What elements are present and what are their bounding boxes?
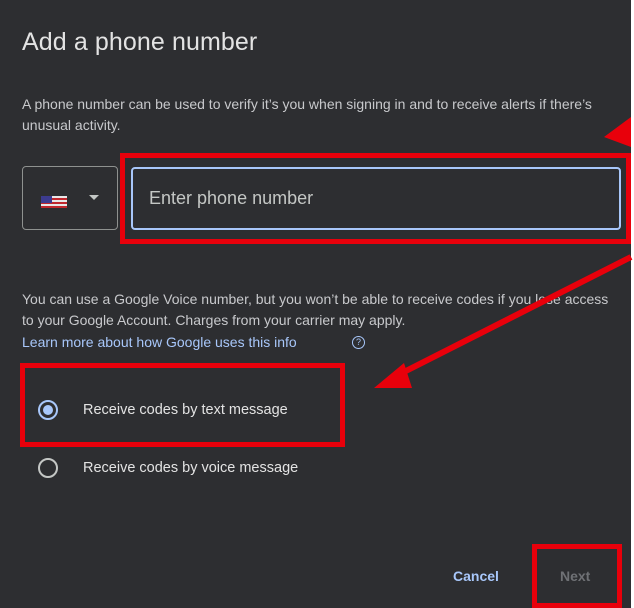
google-voice-note: You can use a Google Voice number, but y… <box>22 291 609 328</box>
option-text-message[interactable]: Receive codes by text message <box>38 400 288 420</box>
cancel-button[interactable]: Cancel <box>453 568 499 584</box>
phone-number-input[interactable] <box>131 167 621 230</box>
learn-more-link[interactable]: Learn more about how Google uses this in… <box>22 334 297 350</box>
dialog-title: Add a phone number <box>22 28 258 56</box>
option-label: Receive codes by text message <box>83 402 288 418</box>
option-voice-message[interactable]: Receive codes by voice message <box>38 458 298 478</box>
country-selector[interactable] <box>22 166 118 230</box>
radio-unchecked-icon[interactable] <box>38 458 58 478</box>
option-label: Receive codes by voice message <box>83 460 299 476</box>
add-phone-dialog: Add a phone number A phone number can be… <box>0 0 631 608</box>
help-icon[interactable]: ? <box>352 336 365 349</box>
next-button[interactable]: Next <box>560 568 590 584</box>
dialog-description: A phone number can be used to verify it’… <box>22 96 592 133</box>
us-flag-icon <box>41 196 67 208</box>
caret-down-icon <box>89 195 99 200</box>
radio-checked-icon[interactable] <box>38 400 58 420</box>
